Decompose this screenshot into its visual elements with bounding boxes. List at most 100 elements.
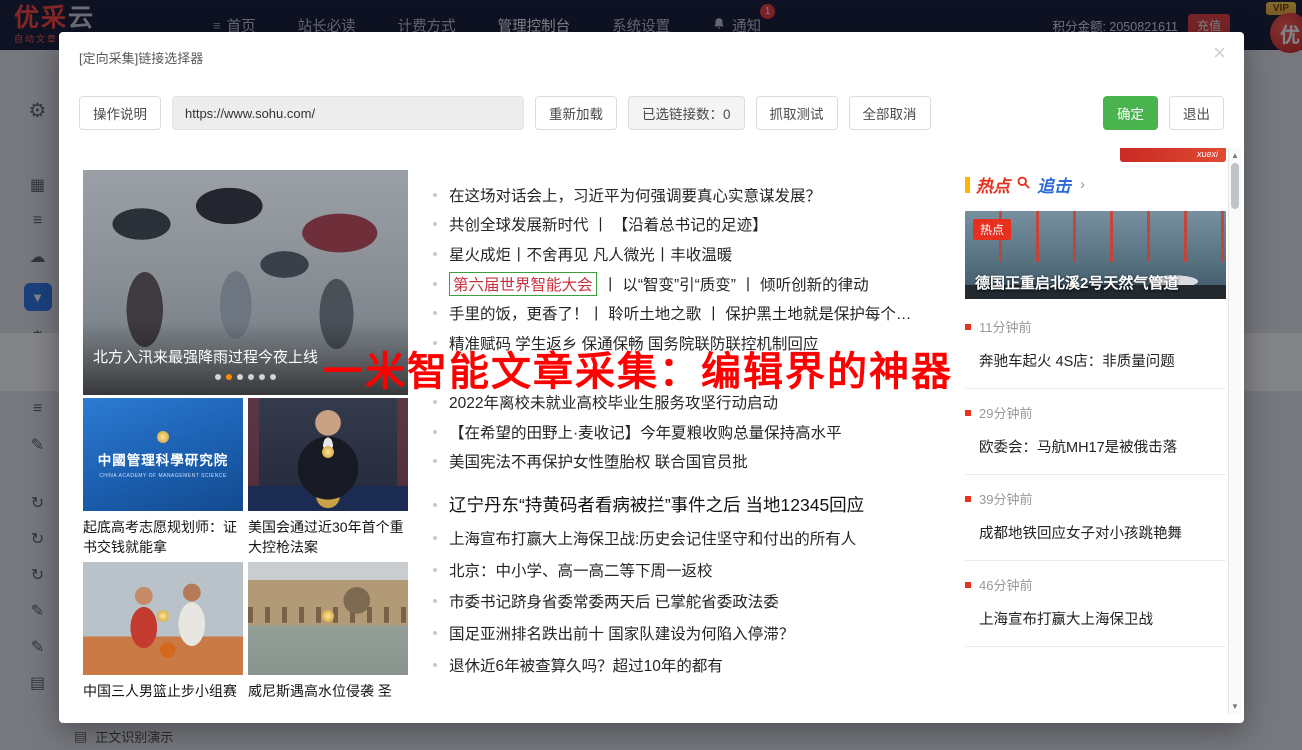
photo-card-grid: 中國管理科學研究院 CHINA ACADEMY OF MANAGEMENT SC… [83,398,408,714]
headline-item[interactable]: 【在希望的田野上·麦收记】今年夏粮收购总量保持高水平 [433,417,973,447]
headline-item[interactable]: 星火成炬丨不舍再见 凡人微光丨丰收温暖 [433,239,973,269]
news-card-caption: 中国三人男篮止步小组赛 [83,683,237,699]
headline-item[interactable]: 退休近6年被查算久吗？超过10年的都有 [433,649,973,681]
hot-time-row: 46分钟前 [965,575,1226,594]
headline-item[interactable]: 共创全球发展新时代 丨 【沿着总书记的足迹】 [433,210,973,240]
headline-item[interactable]: 美国宪法不再保护女性堕胎权 联合国官员批 [433,446,973,476]
hot-topics-header[interactable]: 热点 追击 › [965,172,1226,197]
headline-text: 北京：中小学、高一高二等下周一返校 [449,562,713,580]
chevron-right-icon: › [1080,176,1085,193]
carousel-dot[interactable] [259,374,265,380]
news-card[interactable]: 中國管理科學研究院 CHINA ACADEMY OF MANAGEMENT SC… [83,398,243,557]
headline-item[interactable]: 在这场对话会上，习近平为何强调要真心实意谋发展？ [433,180,973,210]
headline-text: 美国宪法不再保护女性堕胎权 联合国官员批 [449,454,748,472]
red-square-icon [965,323,971,330]
news-card-image [248,562,408,675]
bullet-icon [433,340,437,345]
headline-text: 共创全球发展新时代 丨 【沿着总书记的足迹】 [449,217,768,235]
hot-time-row: 29分钟前 [965,403,1226,422]
hot-news-image[interactable]: 热点 德国正重启北溪2号天然气管道 [965,211,1226,299]
promo-banner[interactable]: xuexi [1120,148,1226,162]
headline-text: 国足亚洲排名跌出前十 国家队建设为何陷入停滞？ [449,626,795,644]
hot-news-item[interactable]: 29分钟前 欧委会：马航MH17是被俄击落 [965,389,1226,475]
news-card-image: 中國管理科學研究院 CHINA ACADEMY OF MANAGEMENT SC… [83,398,243,511]
headline-text-after: 丨 以“智变”引“质变” 丨 倾听创新的律动 [602,276,869,294]
headline-text: 上海宣布打赢大上海保卫战:历史会记住坚守和付出的所有人 [449,530,857,548]
hot-time-row: 11分钟前 [965,317,1226,336]
bullet-icon [433,429,437,434]
exit-button[interactable]: 退出 [1169,96,1224,130]
watermark-text: 一米智能文章采集：编辑界的神器 [323,350,953,394]
carousel-dot[interactable] [215,374,221,380]
emblem-icon [322,445,334,458]
hot-news-list: 11分钟前 奔驰车起火 4S店：非质量问题 29分钟前 欧委会：马航MH17是被… [965,303,1226,647]
carousel-dot[interactable] [237,374,243,380]
scroll-down-icon[interactable]: ▼ [1229,702,1241,711]
scroll-up-icon[interactable]: ▲ [1229,151,1241,160]
headline-item[interactable]: 第六届世界智能大会 丨 以“智变”引“质变” 丨 倾听创新的律动 [433,269,973,299]
scrollbar-thumb[interactable] [1231,163,1239,209]
carousel-dot[interactable] [270,374,276,380]
dialog-toolbar: 操作说明 重新加载 已选链接数：0 抓取测试 全部取消 确定 退出 [79,96,1224,130]
bullet-icon [433,459,437,464]
headline-text: 辽宁丹东“持黄码者看病被拦”事件之后 当地12345回应 [449,495,865,516]
hot-item-title: 上海宣布打赢大上海保卫战 [979,612,1153,628]
news-card[interactable]: 美国会通过近30年首个重大控枪法案 [248,398,408,557]
cancel-all-button[interactable]: 全部取消 [848,96,931,130]
hot-news-item[interactable]: 11分钟前 奔驰车起火 4S店：非质量问题 [965,303,1226,389]
image-title-text: 中國管理科學研究院 [97,452,229,468]
headline-text: 星火成炬丨不舍再见 凡人微光丨丰收温暖 [449,246,733,264]
news-card-image [83,562,243,675]
grab-test-button[interactable]: 抓取测试 [755,96,838,130]
screen: 优采云 自动文章采集器 ≡ 首页 站长必读 计费方式 管理控制台 系统设置 [0,0,1302,750]
headline-item[interactable]: 国足亚洲排名跌出前十 国家队建设为何陷入停滞？ [433,617,973,649]
emblem-icon [322,609,334,622]
page-preview: xuexi 北方入汛来最强降雨过程今夜上线 在这场对话会上，习近平为何强调要真心… [79,148,1241,714]
red-square-icon [965,409,971,416]
accent-bar [965,176,970,193]
headline-list: 在这场对话会上，习近平为何强调要真心实意谋发展？ 共创全球发展新时代 丨 【沿着… [433,180,973,681]
carousel-dot[interactable] [248,374,254,380]
bullet-icon [433,631,437,636]
headline-item[interactable]: 市委书记跻身省委常委两天后 已掌舵省委政法委 [433,586,973,618]
news-card-caption: 威尼斯遇高水位侵袭 圣 [248,683,392,699]
hot-title-red: 热点 [976,177,1010,196]
bullet-icon [433,535,437,540]
news-card-image [248,398,408,511]
url-input[interactable] [172,96,524,130]
headline-item[interactable]: 上海宣布打赢大上海保卫战:历史会记住坚守和付出的所有人 [433,522,973,554]
carousel-dot[interactable] [226,374,232,380]
red-square-icon [965,581,971,588]
bullet-icon [433,399,437,404]
headline-text: 2022年离校未就业高校毕业生服务攻坚行动启动 [449,394,778,412]
news-card[interactable]: 中国三人男篮止步小组赛 [83,562,243,714]
hot-news-item[interactable]: 46分钟前 上海宣布打赢大上海保卫战 [965,561,1226,647]
image-subtitle-text: CHINA ACADEMY OF MANAGEMENT SCIENCE [99,472,227,479]
bullet-icon [433,222,437,227]
red-square-icon [965,495,971,502]
bullet-icon [433,567,437,572]
confirm-button[interactable]: 确定 [1103,96,1158,130]
headline-item[interactable]: 手里的饭，更香了！丨 聆听土地之歌 丨 保护黑土地就是保护每个… [433,298,973,328]
headline-text: 【在希望的田野上·麦收记】今年夏粮收购总量保持高水平 [449,424,842,442]
close-icon[interactable]: × [1213,42,1226,64]
news-card-caption: 美国会通过近30年首个重大控枪法案 [248,519,404,556]
headline-selected-link: 第六届世界智能大会 [449,271,597,296]
news-card[interactable]: 威尼斯遇高水位侵袭 圣 [248,562,408,714]
hot-time-row: 39分钟前 [965,489,1226,508]
bullet-icon [433,502,437,507]
headline-item[interactable]: 北京：中小学、高一高二等下周一返校 [433,554,973,586]
help-button[interactable]: 操作说明 [79,96,161,130]
scrollbar[interactable]: ▲ ▼ [1228,148,1241,714]
hot-item-title: 成都地铁回应女子对小孩跳艳舞 [979,526,1182,542]
selected-count: 已选链接数：0 [628,96,745,130]
hot-item-title: 欧委会：马航MH17是被俄击落 [979,440,1178,456]
headline-text: 市委书记跻身省委常委两天后 已掌舵省委政法委 [449,594,779,612]
reload-button[interactable]: 重新加载 [535,96,617,130]
headline-item[interactable]: 辽宁丹东“持黄码者看病被拦”事件之后 当地12345回应 [433,488,973,522]
hot-news-item[interactable]: 39分钟前 成都地铁回应女子对小孩跳艳舞 [965,475,1226,561]
hot-title-blue: 追击 [1037,177,1071,196]
hot-item-time: 11分钟前 [979,320,1032,335]
headline-text: 手里的饭，更香了！丨 聆听土地之歌 丨 保护黑土地就是保护每个… [449,306,912,324]
news-card-caption: 起底高考志愿规划师：证书交钱就能拿 [83,519,237,556]
